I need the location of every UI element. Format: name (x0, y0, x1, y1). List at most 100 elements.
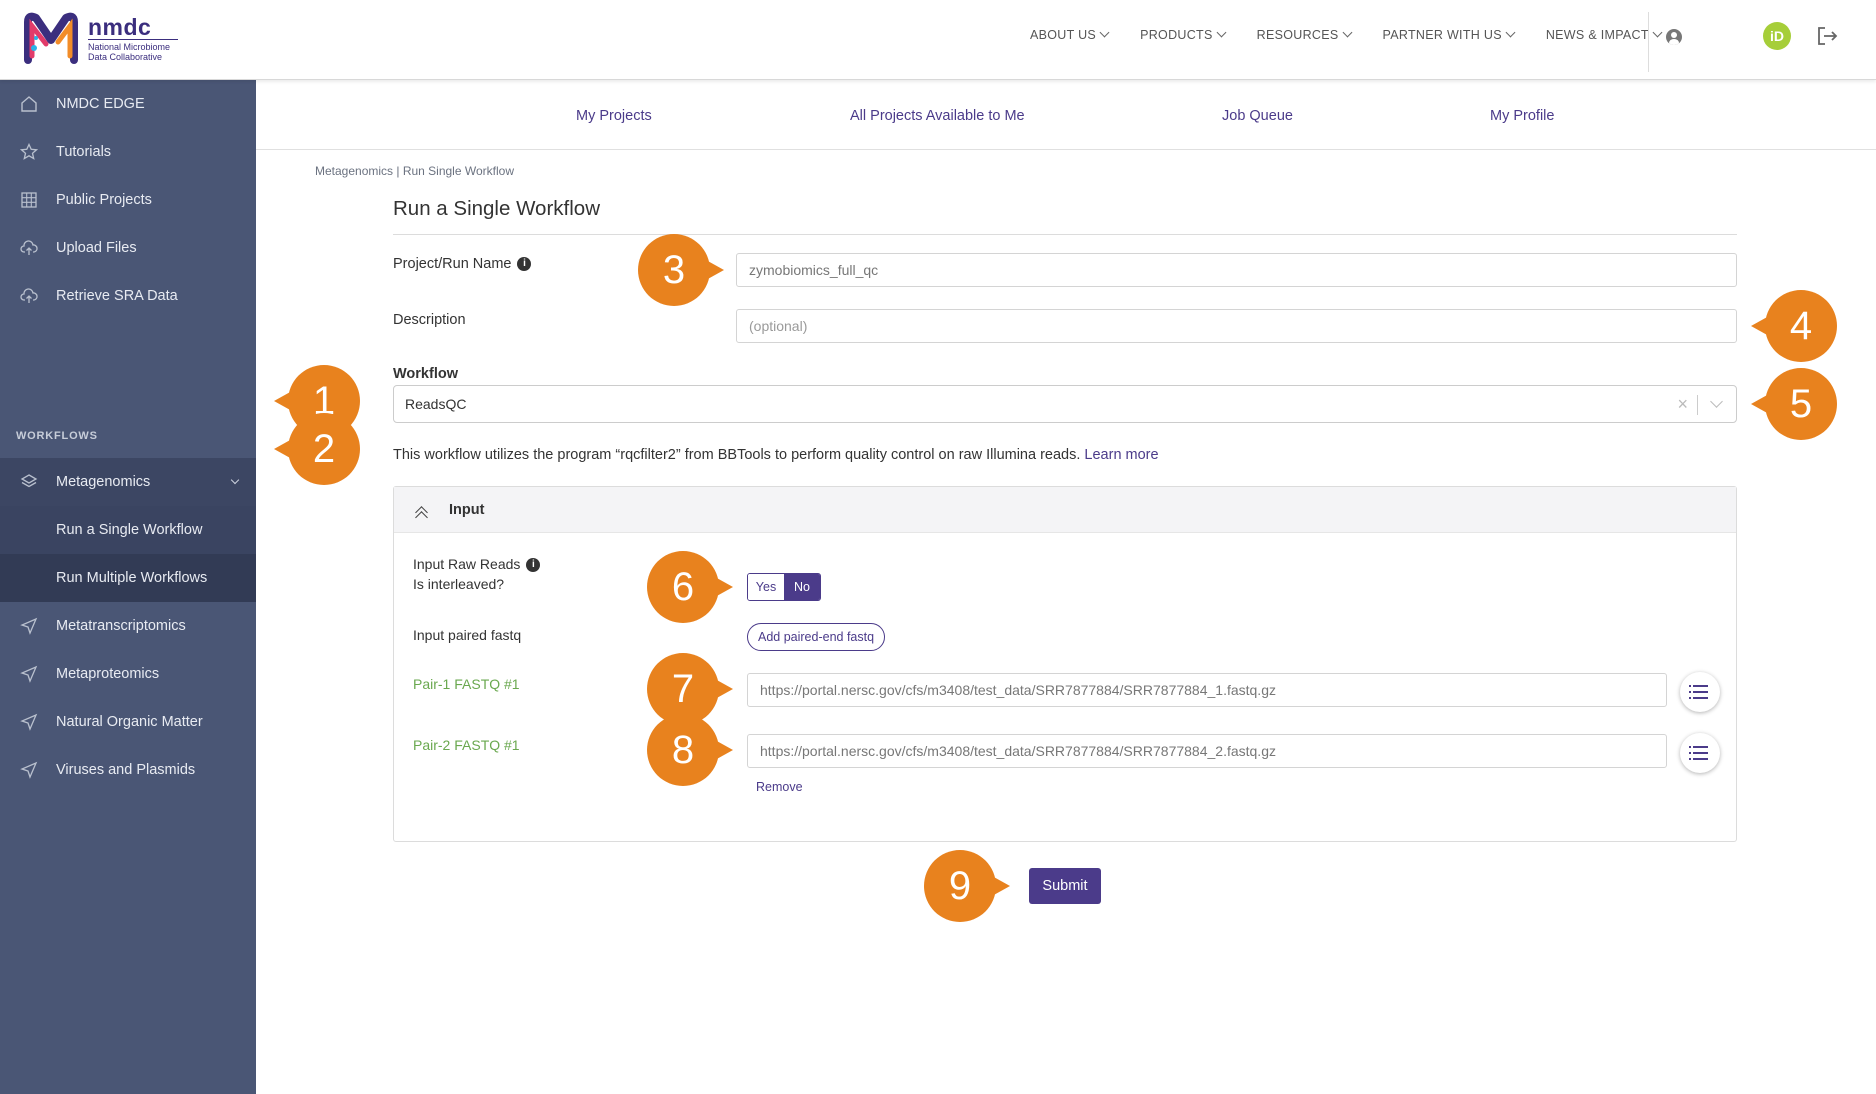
layers-icon (20, 473, 38, 491)
input-panel-header[interactable]: Input (394, 487, 1736, 533)
pair2-fastq-input[interactable]: https://portal.nersc.gov/cfs/m3408/test_… (747, 734, 1667, 768)
list-icon (1689, 685, 1708, 687)
input-panel: Input (393, 486, 1737, 842)
raw-reads-label-block: Input Raw Reads i Is interleaved? (413, 554, 541, 594)
topnav-partner-with-us[interactable]: PARTNER WITH US (1382, 27, 1516, 42)
sidebar-item-label: Metagenomics (56, 474, 151, 490)
callout-number: 8 (671, 728, 695, 772)
topnav-about-us[interactable]: ABOUT US (1030, 27, 1110, 42)
topnav-label: RESOURCES (1256, 28, 1339, 42)
sidebar-item-public-projects[interactable]: Public Projects (0, 176, 256, 224)
table-icon (20, 191, 38, 209)
top-header: nmdc National Microbiome Data Collaborat… (0, 0, 1876, 80)
sidebar-item-label: Run a Single Workflow (56, 522, 203, 538)
submit-button[interactable]: Submit (1029, 868, 1101, 904)
project-name-label: Project/Run Name (393, 256, 512, 272)
chevron-down-icon[interactable] (1710, 395, 1723, 408)
pair1-fastq-input[interactable]: https://portal.nersc.gov/cfs/m3408/test_… (747, 673, 1667, 707)
add-paired-fastq-button[interactable]: Add paired-end fastq (747, 623, 886, 651)
callout-number: 6 (671, 565, 695, 609)
subnav-job-queue[interactable]: Job Queue (1222, 108, 1293, 124)
callout-number: 4 (1789, 304, 1813, 348)
workflow-label: Workflow (393, 366, 458, 382)
brand-subtitle-line2: Data Collaborative (88, 51, 163, 62)
callout-3: 3 (638, 234, 724, 306)
workflow-description: This workflow utilizes the program “rqcf… (393, 447, 1159, 463)
learn-more-link[interactable]: Learn more (1084, 447, 1158, 463)
logout-icon[interactable] (1815, 24, 1839, 48)
callout-2: 2 (274, 413, 360, 485)
callout-5: 5 (1751, 368, 1837, 440)
sidebar-item-label: Upload Files (56, 240, 137, 256)
topnav-resources[interactable]: RESOURCES (1256, 27, 1352, 42)
chevron-down-icon (1216, 27, 1227, 38)
sidebar-item-run-multiple-workflows[interactable]: Run Multiple Workflows (0, 554, 256, 602)
sidebar-section-workflows: WORKFLOWS (16, 430, 98, 442)
sidebar-item-natural-organic-matter[interactable]: Natural Organic Matter (0, 698, 256, 746)
sidebar: NMDC EDGE Tutorials Public Projects Uplo… (0, 80, 256, 1094)
file-browser-button[interactable] (1680, 733, 1720, 773)
topnav-label: ABOUT US (1030, 28, 1097, 42)
callout-number: 3 (662, 248, 686, 292)
sidebar-item-upload-files[interactable]: Upload Files (0, 224, 256, 272)
sidebar-item-metatranscriptomics[interactable]: Metatranscriptomics (0, 602, 256, 650)
info-icon[interactable]: i (517, 257, 532, 272)
sidebar-item-run-single-workflow[interactable]: Run a Single Workflow (0, 506, 256, 554)
callout-pointer (715, 740, 733, 760)
info-icon[interactable]: i (526, 558, 541, 573)
sidebar-item-label: Metaproteomics (56, 666, 160, 682)
topnav-products[interactable]: PRODUCTS (1140, 27, 1227, 42)
callout-4: 4 (1751, 290, 1837, 362)
sidebar-item-metagenomics[interactable]: Metagenomics (0, 458, 256, 506)
breadcrumb: Metagenomics | Run Single Workflow (315, 164, 514, 178)
remove-link[interactable]: Remove (756, 780, 803, 794)
callout-number: 5 (1789, 382, 1813, 426)
interleaved-yes-button[interactable]: Yes (748, 574, 784, 600)
sidebar-item-viruses-and-plasmids[interactable]: Viruses and Plasmids (0, 746, 256, 794)
sidebar-item-retrieve-sra-data[interactable]: Retrieve SRA Data (0, 272, 256, 320)
send-icon (20, 617, 38, 635)
callout-pointer (715, 577, 733, 597)
sidebar-item-metaproteomics[interactable]: Metaproteomics (0, 650, 256, 698)
file-browser-button[interactable] (1680, 672, 1720, 712)
subnav-my-profile[interactable]: My Profile (1490, 108, 1554, 124)
chevron-down-icon (1099, 27, 1110, 38)
cloud-upload-icon (20, 239, 38, 257)
user-icon[interactable] (1666, 29, 1682, 45)
interleaved-label: Is interleaved? (413, 576, 505, 592)
workflow-select-value: ReadsQC (405, 396, 467, 412)
project-name-input[interactable]: zymobiomics_full_qc (736, 253, 1737, 287)
list-icon (1689, 752, 1708, 754)
interleaved-toggle: Yes No (747, 573, 821, 601)
clear-icon[interactable]: × (1677, 394, 1688, 415)
list-icon (1689, 746, 1708, 748)
topnav-news-impact[interactable]: NEWS & IMPACT (1546, 27, 1663, 42)
sidebar-item-label: Viruses and Plasmids (56, 762, 196, 778)
subnav-my-projects[interactable]: My Projects (576, 108, 652, 124)
nmdc-logo[interactable]: nmdc National Microbiome Data Collaborat… (24, 12, 178, 64)
send-icon (20, 713, 38, 731)
description-input[interactable]: (optional) (736, 309, 1737, 343)
orcid-icon[interactable]: iD (1763, 22, 1791, 50)
topnav-label: PRODUCTS (1140, 28, 1213, 42)
chevron-down-icon (230, 475, 240, 485)
interleaved-no-button[interactable]: No (784, 574, 820, 600)
sidebar-item-label: Tutorials (56, 144, 112, 160)
pair2-label: Pair-2 FASTQ #1 (413, 737, 520, 753)
sidebar-item-nmdc-edge[interactable]: NMDC EDGE (0, 80, 256, 128)
callout-6: 6 (647, 551, 733, 623)
sidebar-item-label: Run Multiple Workflows (56, 570, 208, 586)
description-label: Description (393, 312, 466, 328)
send-icon (20, 761, 38, 779)
brand-title: nmdc (88, 13, 152, 40)
pair1-label: Pair-1 FASTQ #1 (413, 676, 520, 692)
subnav-all-projects[interactable]: All Projects Available to Me (850, 108, 1025, 124)
sidebar-item-tutorials[interactable]: Tutorials (0, 128, 256, 176)
chevron-down-icon (1652, 27, 1663, 38)
raw-reads-label: Input Raw Reads (413, 556, 521, 572)
callout-pointer (1751, 394, 1769, 414)
callout-pointer (992, 876, 1010, 896)
callout-number: 2 (312, 427, 336, 471)
workflow-select[interactable]: ReadsQC × (393, 385, 1737, 423)
topnav-label: PARTNER WITH US (1382, 28, 1502, 42)
